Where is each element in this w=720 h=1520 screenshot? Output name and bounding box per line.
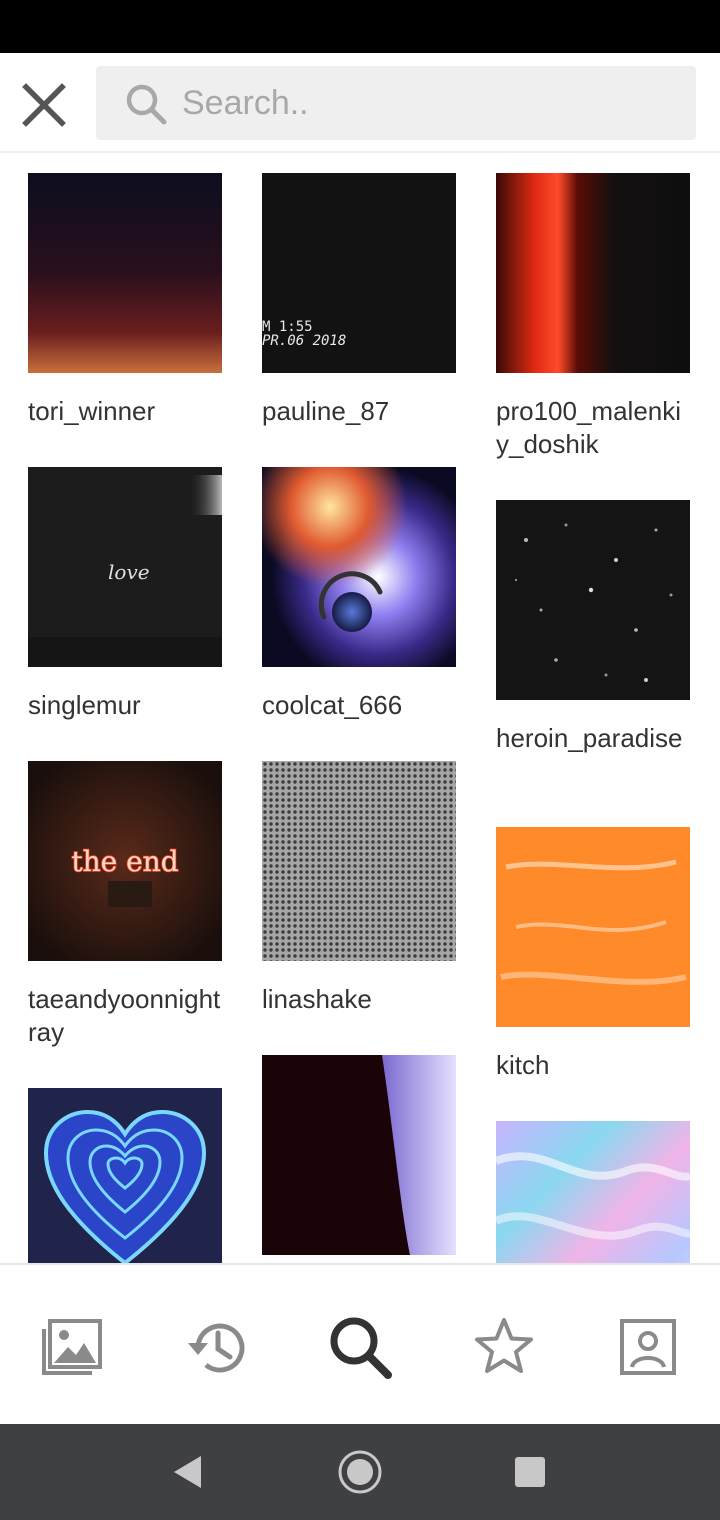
thumbnail[interactable]: M 1:55 PR.06 2018: [262, 173, 456, 373]
grid-item[interactable]: love singlemur: [28, 467, 222, 722]
thumbnail[interactable]: [496, 1121, 690, 1263]
grid-item[interactable]: [28, 1088, 222, 1263]
username-label: taeandyoonnightray: [28, 984, 221, 1047]
username-label: pro100_malenkiy_doshik: [496, 396, 682, 459]
grid-item[interactable]: linashake: [262, 761, 456, 1016]
thumbnail[interactable]: [28, 1088, 222, 1263]
home-icon: [338, 1450, 382, 1494]
username-label: kitch: [496, 1050, 550, 1080]
username-label: pauline_87: [262, 396, 390, 426]
grid-item[interactable]: pro100_malenkiy_doshik: [496, 173, 690, 461]
search-icon: [330, 1317, 392, 1379]
close-button[interactable]: [16, 77, 72, 133]
thumbnail[interactable]: love: [28, 467, 222, 667]
grid-item[interactable]: coolcat_666: [262, 467, 456, 722]
username-label: singlemur: [28, 690, 141, 720]
svg-text:love: love: [108, 560, 150, 584]
svg-text:the end: the end: [71, 845, 178, 878]
thumbnail[interactable]: [262, 1055, 456, 1255]
thumbnail[interactable]: [496, 500, 690, 700]
search-input[interactable]: [182, 66, 682, 140]
thumbnail[interactable]: [262, 761, 456, 961]
back-icon: [174, 1456, 201, 1488]
history-icon: [188, 1323, 245, 1373]
thumbnail[interactable]: [496, 827, 690, 1027]
recents-icon: [515, 1457, 545, 1487]
results-grid[interactable]: tori_winner love singlemur the end taean…: [0, 153, 720, 1263]
search-box[interactable]: [96, 66, 696, 140]
grid-item[interactable]: [496, 1121, 690, 1263]
grid-item[interactable]: the end taeandyoonnightray: [28, 761, 222, 1049]
grid-item[interactable]: M 1:55 PR.06 2018 pauline_87: [262, 173, 456, 428]
star-icon: [475, 1318, 533, 1373]
thumbnail[interactable]: [496, 173, 690, 373]
status-bar: [0, 0, 720, 53]
close-icon: [22, 83, 66, 127]
grid-item[interactable]: tori_winner: [28, 173, 222, 428]
grid-item[interactable]: [262, 1055, 456, 1263]
grid-item[interactable]: heroin_paradise: [496, 500, 690, 755]
nav-search[interactable]: [324, 1311, 396, 1383]
svg-text:PR.06 2018: PR.06 2018: [262, 333, 346, 349]
system-recents-button[interactable]: [502, 1444, 558, 1500]
search-header: [0, 53, 720, 153]
nav-favorites[interactable]: [468, 1311, 540, 1383]
grid-item[interactable]: kitch: [496, 827, 690, 1082]
nav-history[interactable]: [180, 1311, 252, 1383]
thumbnail[interactable]: the end: [28, 761, 222, 961]
thumbnail[interactable]: [262, 467, 456, 667]
username-label: heroin_paradise: [496, 723, 683, 753]
nav-profile[interactable]: [612, 1311, 684, 1383]
bottom-navigation: [0, 1263, 720, 1424]
system-navigation-bar: [0, 1424, 720, 1520]
username-label: tori_winner: [28, 396, 156, 426]
thumbnail[interactable]: [28, 173, 222, 373]
gallery-icon: [42, 1319, 102, 1375]
system-back-button[interactable]: [160, 1444, 216, 1500]
nav-gallery[interactable]: [36, 1311, 108, 1383]
system-home-button[interactable]: [332, 1444, 388, 1500]
profile-icon: [620, 1319, 676, 1375]
username-label: linashake: [262, 984, 372, 1014]
search-icon: [126, 84, 167, 125]
username-label: coolcat_666: [262, 690, 403, 720]
